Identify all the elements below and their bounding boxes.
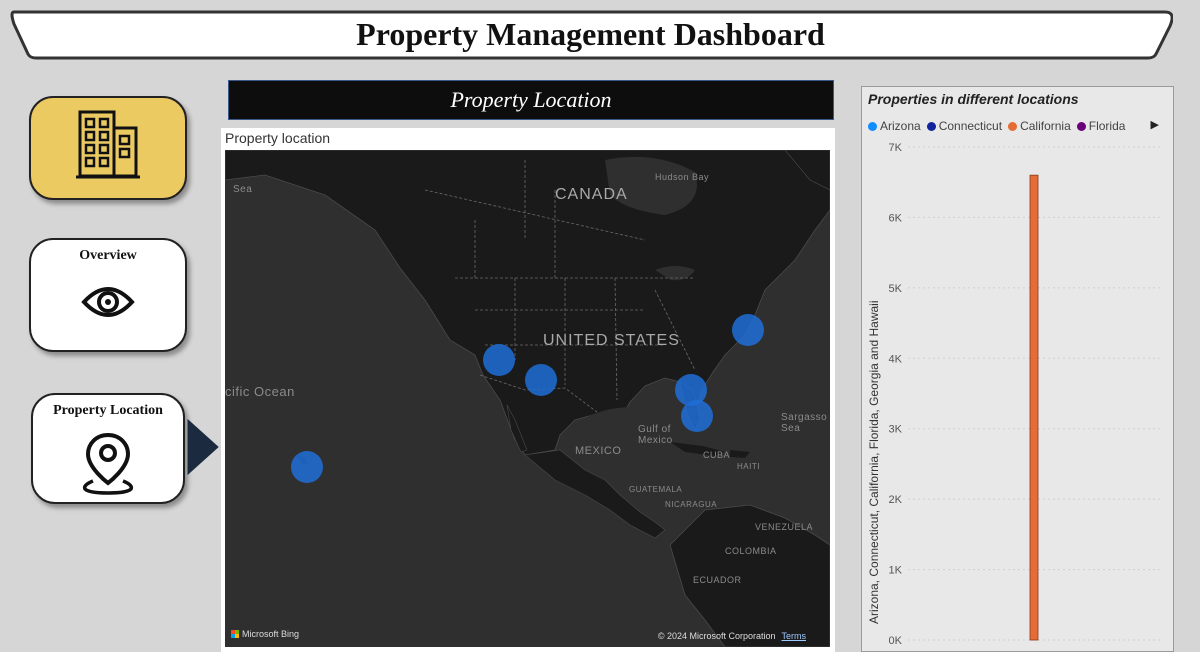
map-visual: Property location CANADA UNITED STATES M… xyxy=(221,128,835,652)
map-label-gulf: Gulf of Mexico xyxy=(638,424,673,446)
map-label-venezuela: VENEZUELA xyxy=(755,522,814,532)
map-bubble-hawaii[interactable] xyxy=(291,451,323,483)
map-label-colombia: COLOMBIA xyxy=(725,546,777,556)
overview-label: Overview xyxy=(79,248,137,263)
map-label-pacific: cific Ocean xyxy=(225,384,295,399)
overview-nav-button[interactable]: Overview xyxy=(29,238,187,352)
map-label-ecuador: ECUADOR xyxy=(693,575,742,585)
map-pin-icon xyxy=(82,432,134,495)
microsoft-logo-icon xyxy=(231,630,239,638)
property-location-nav-button[interactable]: Property Location xyxy=(31,393,185,504)
y-tick-label: 6K xyxy=(889,212,903,224)
map-bubble-arizona[interactable] xyxy=(525,364,557,396)
map-label-nicaragua: NICARAGUA xyxy=(665,500,718,509)
map-label-sargasso: Sargasso Sea xyxy=(781,412,828,434)
map-label-canada: CANADA xyxy=(555,186,628,203)
map-label-haiti: HAITI xyxy=(737,462,760,471)
chart-plot: 0K 1K 2K 3K 4K 5K 6K 7K xyxy=(889,142,1162,647)
map-caption: Property location xyxy=(225,130,331,146)
home-nav-button[interactable] xyxy=(29,96,187,200)
map-label-mexico: MEXICO xyxy=(575,445,622,457)
y-tick-label: 4K xyxy=(889,353,903,365)
map-terms-link[interactable]: Terms xyxy=(782,631,807,641)
map-label-guatemala: GUATEMALA xyxy=(629,485,683,494)
section-title: Property Location xyxy=(228,80,834,120)
property-location-label: Property Location xyxy=(53,403,163,418)
bing-attribution: Microsoft Bing xyxy=(231,629,299,639)
y-tick-label: 2K xyxy=(889,494,903,506)
properties-chart: Properties in different locations Arizon… xyxy=(861,86,1174,652)
map-label-sea: Sea xyxy=(233,184,253,195)
map-canvas[interactable]: CANADA UNITED STATES MEXICO Gulf of Mexi… xyxy=(225,150,830,647)
building-icon xyxy=(76,110,140,179)
y-tick-label: 0K xyxy=(889,635,903,647)
map-copyright: © 2024 Microsoft Corporation Terms xyxy=(658,631,806,641)
bing-attribution-text: Microsoft Bing xyxy=(242,629,300,639)
map-bubble-connecticut[interactable] xyxy=(732,314,764,346)
map-land xyxy=(225,150,830,647)
bar-california[interactable] xyxy=(1029,174,1039,641)
y-tick-label: 3K xyxy=(889,424,903,436)
map-label-united-states: UNITED STATES xyxy=(543,332,680,349)
map-bubble-california-north[interactable] xyxy=(483,344,515,376)
eye-icon xyxy=(81,287,135,317)
header-bar: Property Management Dashboard xyxy=(8,8,1173,60)
active-nav-pointer xyxy=(187,418,219,476)
y-tick-label: 7K xyxy=(889,142,903,154)
y-tick-label: 1K xyxy=(889,565,903,577)
page-title: Property Management Dashboard xyxy=(356,15,825,52)
map-bubble-florida[interactable] xyxy=(681,400,713,432)
y-tick-label: 5K xyxy=(889,283,903,295)
map-label-hudson: Hudson Bay xyxy=(655,172,710,182)
map-label-cuba: CUBA xyxy=(703,450,731,460)
map-copyright-text: © 2024 Microsoft Corporation xyxy=(657,631,776,641)
